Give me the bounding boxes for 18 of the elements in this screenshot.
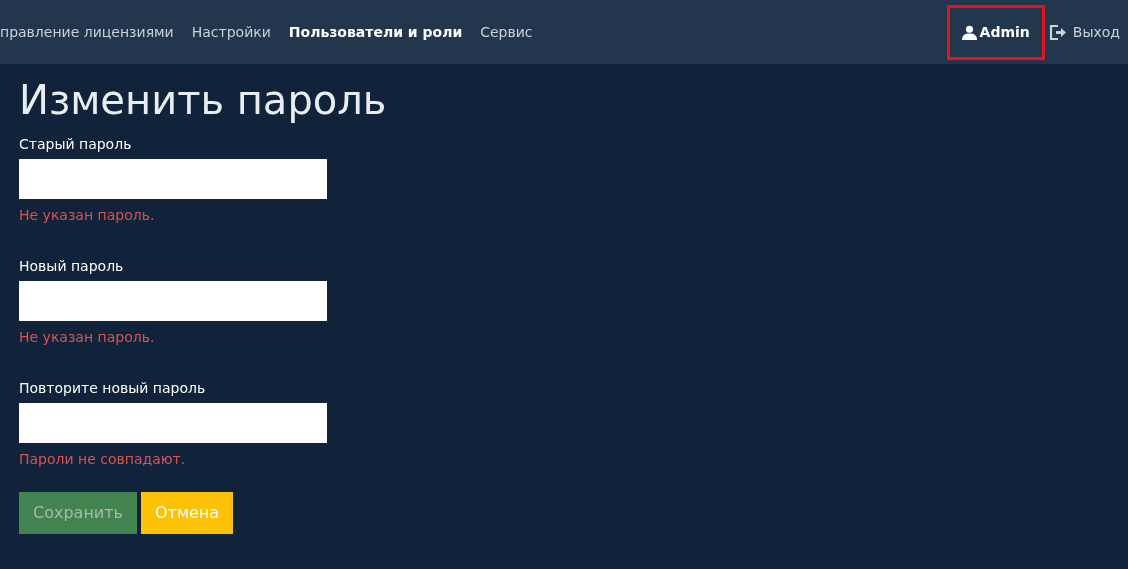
user-icon (961, 24, 977, 40)
error-message: Не указан пароль. (19, 328, 156, 347)
field-label: Новый пароль (19, 257, 125, 276)
error-message: Не указан пароль. (19, 206, 156, 225)
password-field[interactable] (19, 281, 327, 321)
error-message: Пароли не совпадают. (19, 450, 187, 469)
nav-link[interactable]: Настройки (191, 21, 271, 43)
password-field[interactable] (19, 403, 327, 443)
nav-link[interactable]: правление лицензиями (0, 21, 174, 43)
logout-link[interactable]: Выход (1048, 21, 1120, 43)
nav-link[interactable]: Сервис (480, 21, 533, 43)
page-title: Изменить пароль (19, 76, 388, 124)
nav-link[interactable]: Пользователи и роли (288, 21, 463, 43)
password-field[interactable] (19, 159, 327, 199)
logout-icon (1048, 24, 1067, 40)
user-link[interactable]: Admin (946, 4, 1045, 60)
field-label: Старый пароль (19, 135, 133, 154)
field-label: Повторите новый пароль (19, 379, 207, 398)
